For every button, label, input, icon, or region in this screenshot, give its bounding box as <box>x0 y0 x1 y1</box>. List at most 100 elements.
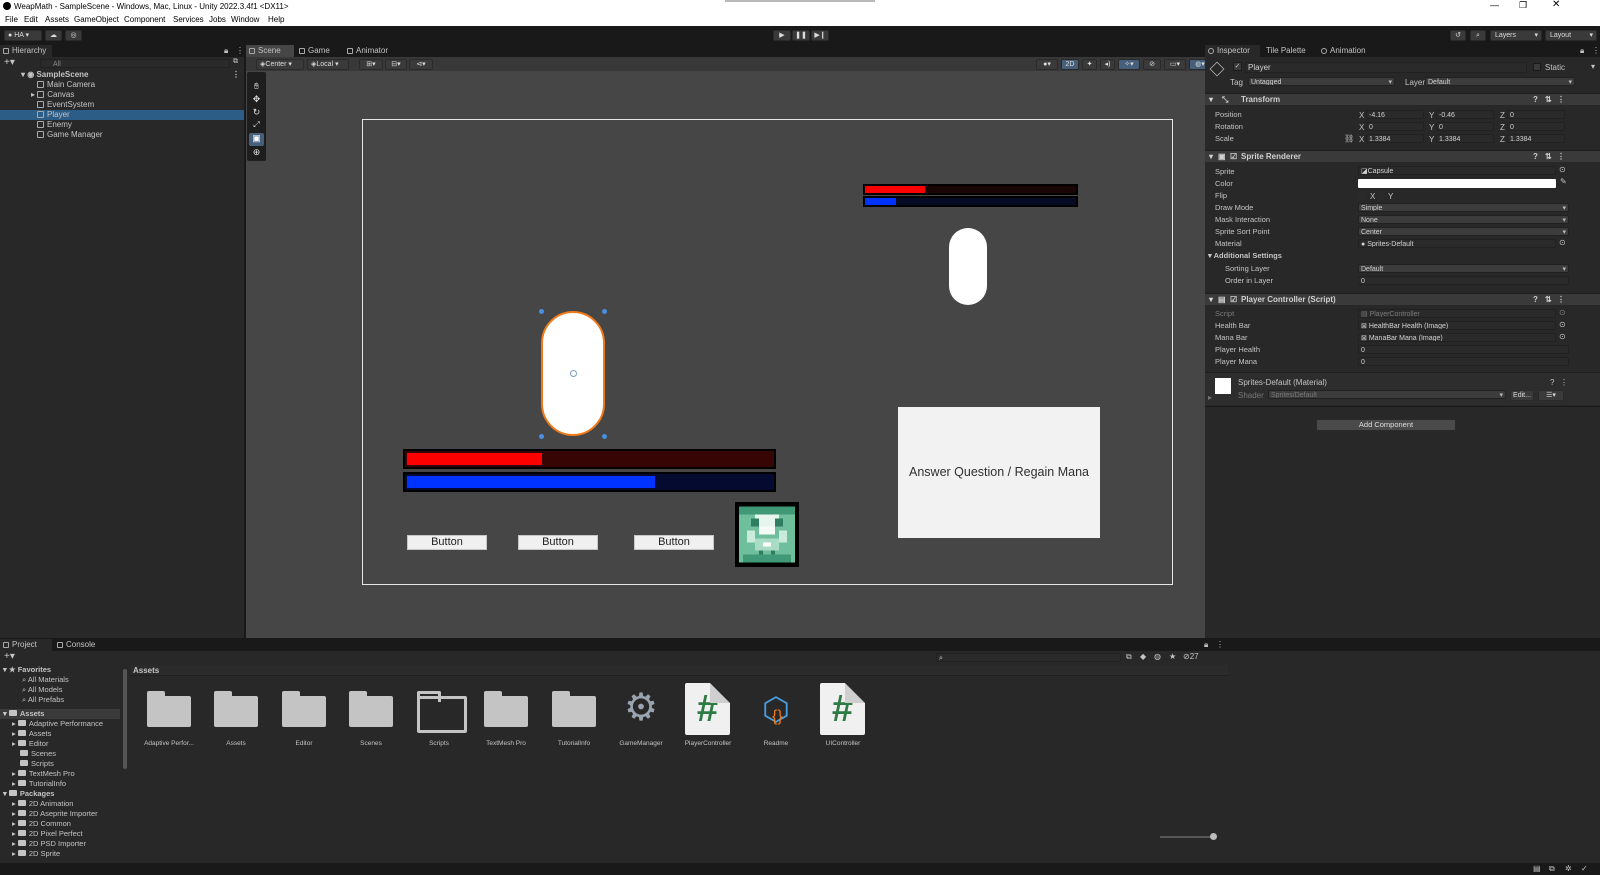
flip-y-checkbox[interactable] <box>1377 192 1385 200</box>
snap-increment-button[interactable]: ⊟▾ <box>385 59 407 70</box>
component-menu-icon[interactable]: ⋮ <box>1557 94 1565 106</box>
player-sprite[interactable] <box>541 311 605 436</box>
fav-all-models[interactable]: ⌕ All Models <box>0 685 62 695</box>
kebab-icon[interactable]: ⋮ <box>236 46 244 55</box>
layer-dropdown[interactable]: Default <box>1425 77 1575 86</box>
favorites-header[interactable]: ▾ ★ Favorites <box>0 665 51 675</box>
pivot-handle[interactable] <box>570 370 577 377</box>
layout-dropdown[interactable]: Layout ▾ <box>1545 30 1597 41</box>
shader-options-button[interactable]: ☰▾ <box>1538 390 1564 401</box>
folder-adaptive-performance[interactable]: ▸ Adaptive Performance <box>0 719 103 729</box>
status-network-icon[interactable]: ⧉ <box>1549 864 1555 874</box>
mana-bar-picker-icon[interactable]: ⊙ <box>1559 332 1566 341</box>
filter-icon[interactable]: ⧉ <box>233 58 238 66</box>
mana-bar-field[interactable]: ⊠ ManaBar Mana (Image) <box>1358 333 1556 342</box>
asset-zoom-slider[interactable] <box>1160 833 1217 840</box>
scale-tool-icon[interactable]: ⤢ <box>250 120 263 132</box>
preset-icon[interactable]: ⇅ <box>1545 151 1552 163</box>
asset-uicontroller[interactable]: # UIController <box>813 683 873 755</box>
rotation-z-field[interactable]: 0 <box>1507 122 1565 131</box>
folder-scenes[interactable]: Scenes <box>0 749 56 759</box>
material-picker-icon[interactable]: ⊙ <box>1559 238 1566 247</box>
help-icon[interactable]: ? <box>1533 94 1538 106</box>
lock-icon[interactable]: 🔒︎ <box>224 46 228 56</box>
rotate-tool-icon[interactable]: ↻ <box>250 107 263 119</box>
hier-item-game-manager[interactable]: Game Manager <box>0 130 244 140</box>
preset-icon[interactable]: ⇅ <box>1545 294 1552 306</box>
asset-scenes[interactable]: Scenes <box>341 683 401 755</box>
menu-gameobject[interactable]: GameObject <box>74 15 119 24</box>
color-field[interactable] <box>1358 179 1556 188</box>
draw-mode-dropdown[interactable]: Simple <box>1358 203 1569 212</box>
help-icon[interactable]: ? <box>1533 294 1538 306</box>
shader-dropdown[interactable]: Sprites/Default <box>1268 390 1506 399</box>
component-menu-icon[interactable]: ⋮ <box>1557 294 1565 306</box>
object-name-field[interactable]: Player <box>1245 62 1527 73</box>
answer-button-1[interactable]: Button <box>407 535 487 550</box>
player-controller-enabled-checkbox[interactable]: ☑ <box>1230 294 1237 306</box>
folder-textmesh-pro[interactable]: ▸ TextMesh Pro <box>0 769 75 779</box>
search-icon[interactable]: ⌕ <box>1470 30 1486 41</box>
tab-tile-palette[interactable]: Tile Palette <box>1262 45 1317 57</box>
rect-handle-tr[interactable] <box>602 309 607 314</box>
status-check-icon[interactable]: ✓ <box>1581 864 1588 873</box>
tab-scene[interactable]: Scene <box>246 45 294 57</box>
maximize-icon[interactable]: ❐ <box>1519 0 1527 11</box>
inspector-lock-icon[interactable]: 🔒︎ <box>1580 46 1584 56</box>
rotation-x-field[interactable]: 0 <box>1366 122 1424 131</box>
asset-readme[interactable]: ⬡{} Readme <box>746 683 806 755</box>
health-bar-field[interactable]: ⊠ HealthBar Health (Image) <box>1358 321 1556 330</box>
audio-icon[interactable]: ◂) <box>1100 59 1115 70</box>
status-debug-icon[interactable]: ✲ <box>1565 864 1572 873</box>
menu-help[interactable]: Help <box>268 15 284 24</box>
scene-root[interactable]: ▾ ◉ SampleScene ⋮ <box>0 70 244 80</box>
material-help-icon[interactable]: ? <box>1550 378 1554 387</box>
transform-header[interactable]: ▾ ⤡ Transform ? ⇅ ⋮ <box>1205 93 1600 105</box>
player-health-field[interactable]: 0 <box>1358 345 1569 354</box>
constrain-proportions-icon[interactable]: ⛓︎ <box>1344 134 1354 143</box>
hier-item-enemy[interactable]: Enemy <box>0 120 244 130</box>
pixel-monster-sprite[interactable] <box>735 502 799 567</box>
space-dropdown[interactable]: ◈Local ▾ <box>307 59 349 70</box>
menu-file[interactable]: File <box>5 15 18 24</box>
search-by-label-icon[interactable]: ◆ <box>1140 652 1146 661</box>
health-bar-picker-icon[interactable]: ⊙ <box>1559 320 1566 329</box>
hier-item-player[interactable]: Player <box>0 110 244 120</box>
tab-animation[interactable]: Animation <box>1318 45 1378 57</box>
project-kebab-icon[interactable]: ⋮ <box>1216 640 1224 649</box>
scale-x-field[interactable]: 1.3384 <box>1366 134 1424 143</box>
package-2d-sprite[interactable]: ▸ 2D Sprite <box>0 849 60 859</box>
package-2d-aseprite[interactable]: ▸ 2D Aseprite Importer <box>0 809 98 819</box>
answer-button-2[interactable]: Button <box>518 535 598 550</box>
folder-scripts[interactable]: Scripts <box>0 759 54 769</box>
sprite-field[interactable]: ◪Capsule <box>1358 166 1556 175</box>
active-checkbox[interactable]: ✓ <box>1233 62 1242 71</box>
account-dropdown[interactable]: ● HA ▾ <box>4 30 42 41</box>
component-menu-icon[interactable]: ⋮ <box>1557 151 1565 163</box>
eyedropper-icon[interactable]: ✎ <box>1560 177 1567 186</box>
project-add-icon[interactable]: +▾ <box>4 651 15 662</box>
toggle-2d-button[interactable]: 2D <box>1061 59 1079 70</box>
fav-all-prefabs[interactable]: ⌕ All Prefabs <box>0 695 64 705</box>
package-2d-animation[interactable]: ▸ 2D Animation <box>0 799 73 809</box>
transform-tool-icon[interactable]: ⊕ <box>250 147 263 159</box>
folder-tutorialinfo[interactable]: ▸ TutorialInfo <box>0 779 66 789</box>
layers-dropdown[interactable]: Layers ▾ <box>1490 30 1542 41</box>
pivot-dropdown[interactable]: ◈Center ▾ <box>256 59 304 70</box>
foldout-icon[interactable]: ▾ <box>1209 294 1213 306</box>
tag-dropdown[interactable]: Untagged <box>1248 77 1395 86</box>
material-menu-icon[interactable]: ⋮ <box>1560 378 1568 387</box>
asset-scripts[interactable]: Scripts <box>409 683 469 755</box>
sorting-layer-dropdown[interactable]: Default <box>1358 264 1569 273</box>
fav-all-materials[interactable]: ⌕ All Materials <box>0 675 69 685</box>
object-picker-icon[interactable]: ⊙ <box>1559 165 1566 174</box>
static-dropdown-icon[interactable]: ▾ <box>1591 62 1595 71</box>
hier-item-eventsystem[interactable]: EventSystem <box>0 100 244 110</box>
cloud-icon[interactable]: ☁ <box>45 30 62 41</box>
step-button[interactable]: ▶❙ <box>811 30 829 41</box>
breadcrumb-assets[interactable]: Assets <box>133 666 159 675</box>
scale-z-field[interactable]: 1.3384 <box>1507 134 1565 143</box>
asset-playercontroller[interactable]: # PlayerController <box>678 683 738 755</box>
rect-handle-tl[interactable] <box>539 309 544 314</box>
favorite-star-icon[interactable]: ★ <box>1169 652 1176 661</box>
